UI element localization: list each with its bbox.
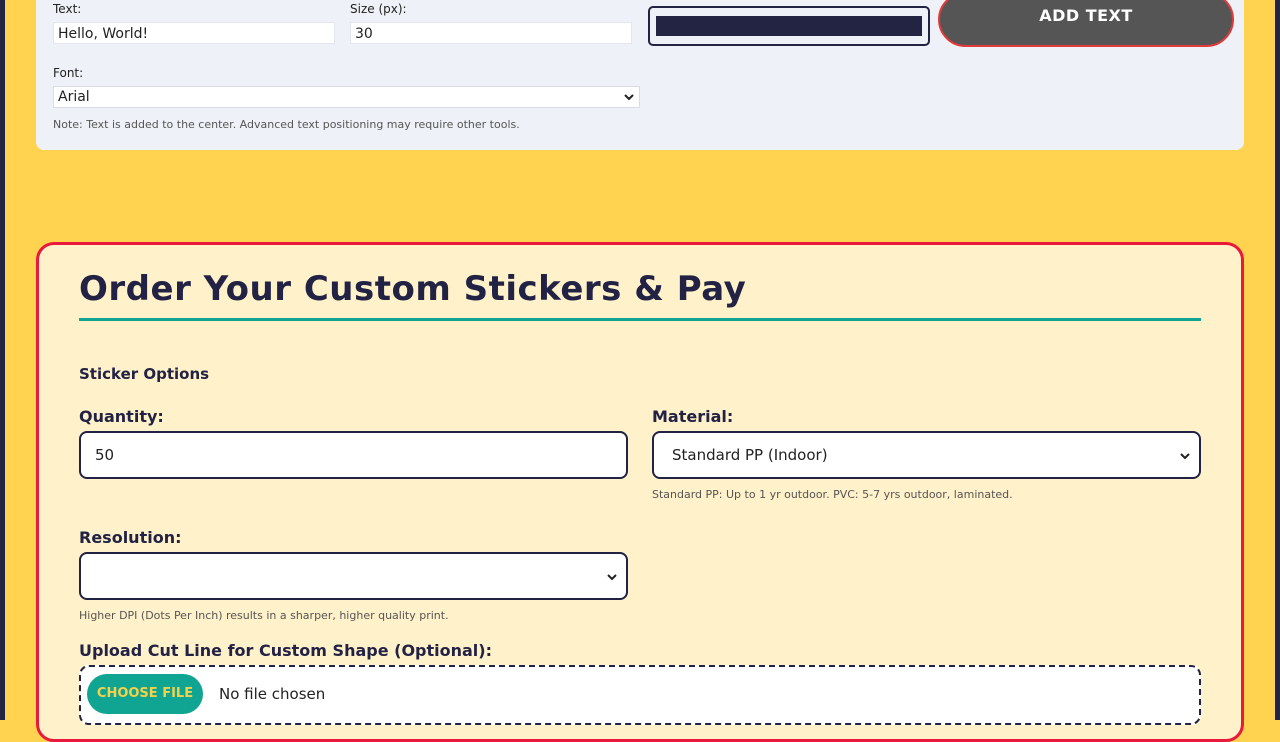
order-card: Order Your Custom Stickers & Pay Sticker… — [36, 242, 1244, 742]
chevron-down-icon — [1180, 453, 1190, 460]
choose-file-button[interactable]: CHOOSE FILE — [87, 674, 203, 714]
text-label: Text: — [53, 2, 82, 16]
text-color-picker[interactable] — [648, 6, 930, 46]
right-frame-edge — [1275, 0, 1280, 720]
quantity-label: Quantity: — [79, 407, 164, 426]
title-divider — [79, 318, 1201, 321]
text-input[interactable]: Hello, World! — [53, 22, 335, 44]
order-title: Order Your Custom Stickers & Pay — [79, 269, 747, 309]
no-file-text: No file chosen — [219, 685, 326, 703]
sticker-options-heading: Sticker Options — [79, 365, 210, 383]
size-label: Size (px): — [350, 2, 407, 16]
resolution-label: Resolution: — [79, 528, 182, 547]
quantity-input[interactable]: 50 — [79, 431, 628, 479]
text-tool-panel: Text: Hello, World! Size (px): 30 ADD TE… — [36, 0, 1244, 150]
material-hint: Standard PP: Up to 1 yr outdoor. PVC: 5-… — [652, 488, 1013, 501]
font-select-value: Arial — [58, 89, 90, 105]
material-select-value: Standard PP (Indoor) — [672, 446, 828, 464]
material-select[interactable]: Standard PP (Indoor) — [652, 431, 1201, 479]
add-text-button[interactable]: ADD TEXT — [938, 0, 1234, 47]
chevron-down-icon — [624, 94, 634, 101]
left-frame-edge — [0, 0, 5, 720]
cut-line-upload[interactable]: CHOOSE FILE No file chosen — [79, 665, 1201, 725]
resolution-hint: Higher DPI (Dots Per Inch) results in a … — [79, 609, 449, 622]
material-label: Material: — [652, 407, 734, 426]
chevron-down-icon — [607, 574, 617, 581]
upload-label: Upload Cut Line for Custom Shape (Option… — [79, 641, 492, 660]
resolution-select[interactable] — [79, 552, 628, 600]
color-swatch — [656, 16, 922, 36]
size-input[interactable]: 30 — [350, 22, 632, 44]
font-label: Font: — [53, 66, 84, 80]
font-select[interactable]: Arial — [53, 86, 640, 108]
text-tool-note: Note: Text is added to the center. Advan… — [53, 118, 520, 131]
